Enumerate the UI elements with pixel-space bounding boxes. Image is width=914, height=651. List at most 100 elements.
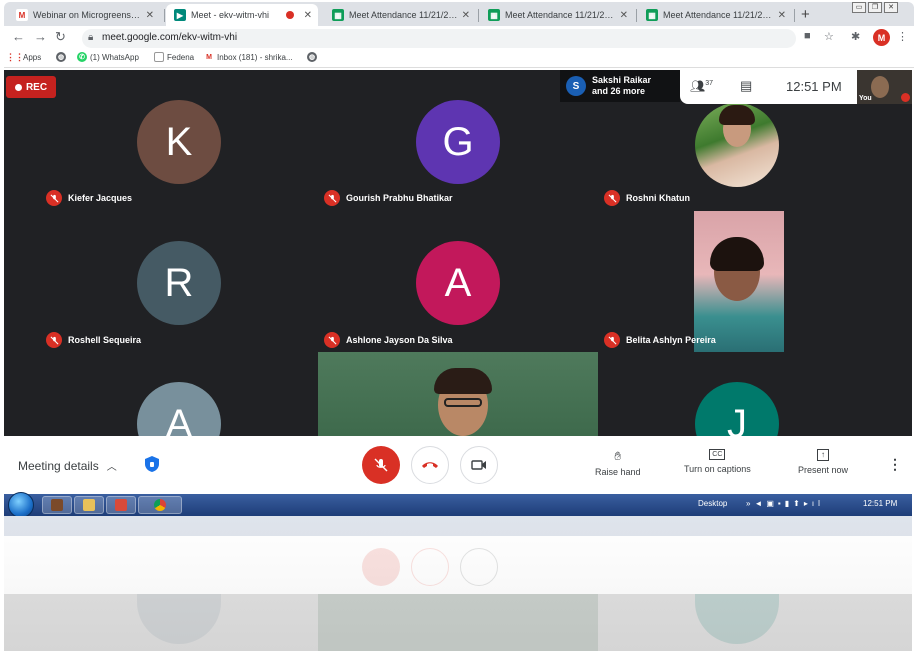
bookmark-label: Apps: [23, 52, 42, 62]
camera-toggle-button[interactable]: [460, 446, 498, 484]
participant-tile[interactable]: K Kiefer Jacques: [40, 70, 318, 211]
bookmark-globe-1[interactable]: ◍: [56, 52, 66, 62]
leave-call-button[interactable]: [411, 446, 449, 484]
bookmark-label: Fedena: [167, 52, 195, 62]
self-label: You: [859, 95, 872, 102]
participant-photo: [695, 103, 779, 187]
close-window-icon[interactable]: ✕: [884, 2, 898, 13]
bookmark-star-icon[interactable]: ☆: [824, 30, 834, 43]
more-options-icon[interactable]: ⋮: [888, 456, 902, 473]
profile-avatar[interactable]: M: [873, 29, 890, 46]
close-tab-icon[interactable]: ✕: [620, 10, 628, 21]
back-arrow-icon[interactable]: ←: [12, 29, 25, 44]
minimize-icon[interactable]: ▭: [852, 2, 866, 13]
chat-button[interactable]: ▤: [740, 78, 752, 94]
hand-icon: ✋︎: [614, 449, 622, 463]
participant-nameplate: Roshell Sequeira: [46, 332, 141, 348]
present-now-button[interactable]: ↑ Present now: [798, 449, 848, 475]
participant-tile[interactable]: J: [598, 352, 878, 436]
participant-tile[interactable]: R Roshell Sequeira: [40, 211, 318, 352]
forward-arrow-icon[interactable]: →: [34, 29, 47, 44]
start-button[interactable]: [8, 492, 34, 518]
video-camera-icon: [471, 460, 486, 470]
windows-taskbar: Desktop »◄▣▪▮⬆▸ıl 12:51 PM: [4, 492, 912, 518]
meet-icon: ▶: [174, 9, 186, 21]
people-button[interactable]: 👥︎37: [690, 79, 713, 93]
tab-separator: [478, 9, 479, 22]
hang-up-icon: [422, 462, 438, 468]
taskbar-app[interactable]: [106, 496, 136, 514]
avatar-initial: G: [442, 119, 474, 164]
avatar-initial: A: [444, 260, 472, 305]
globe-icon: ◍: [56, 52, 66, 62]
bookmark-label: Inbox (181) - shrika...: [217, 52, 293, 62]
avatar-initial: J: [727, 401, 747, 437]
bookmark-fedena[interactable]: Fedena: [154, 52, 194, 62]
browser-tab-bar: M Webinar on Microgreens - shrik ✕ ▶ Mee…: [4, 2, 914, 26]
globe-icon: ◍: [307, 52, 317, 62]
app-icon: [51, 499, 63, 511]
mic-toggle-button[interactable]: [362, 446, 400, 484]
record-dot-icon: [14, 83, 22, 91]
raise-hand-button[interactable]: ✋︎ Raise hand: [595, 449, 641, 477]
captions-button[interactable]: CC Turn on captions: [684, 449, 751, 474]
bookmark-apps[interactable]: ⋮⋮ Apps: [6, 52, 42, 62]
sheets-icon: ▦: [646, 9, 658, 21]
active-speaker-chip[interactable]: S Sakshi Raikar and 26 more: [560, 70, 680, 102]
bookmark-inbox[interactable]: M Inbox (181) - shrika...: [204, 52, 293, 62]
system-tray-icons[interactable]: »◄▣▪▮⬆▸ıl: [746, 499, 824, 508]
tab-meet[interactable]: ▶ Meet - ekv-witm-vhi ✕: [166, 4, 318, 26]
reload-icon[interactable]: ↻: [55, 29, 66, 45]
participant-avatar: R: [137, 241, 221, 325]
taskbar-chrome[interactable]: [138, 496, 182, 514]
bookmark-globe-2[interactable]: ◍: [307, 52, 317, 62]
new-tab-button[interactable]: +: [801, 6, 810, 23]
captions-icon: CC: [709, 449, 726, 460]
chevron-up-icon: ︿: [106, 462, 117, 473]
participant-nameplate: Belita Ashlyn Pereira: [604, 332, 716, 348]
reflected-mic-button: [362, 548, 400, 586]
recording-indicator-icon: [285, 11, 294, 19]
participant-tile[interactable]: G Gourish Prabhu Bhatikar: [318, 70, 598, 211]
tab-separator: [794, 9, 795, 22]
speaker-others: and 26 more: [592, 86, 646, 96]
taskbar-clock: 12:51 PM: [863, 499, 898, 508]
mic-off-icon: [46, 332, 62, 348]
shield-icon[interactable]: [144, 455, 160, 473]
mic-off-icon: [604, 190, 620, 206]
browser-menu-icon[interactable]: ⋮: [897, 30, 908, 43]
taskbar-app[interactable]: [42, 496, 72, 514]
camera-indicator-icon[interactable]: ■: [804, 30, 811, 42]
extensions-puzzle-icon[interactable]: ✱: [851, 30, 860, 43]
bookmark-whatsapp[interactable]: ✆ (1) WhatsApp: [77, 52, 139, 62]
app-icon: [115, 499, 127, 511]
participant-avatar: A: [416, 241, 500, 325]
close-tab-icon[interactable]: ✕: [304, 10, 312, 21]
desktop-toolbar-label[interactable]: Desktop: [698, 499, 727, 508]
restore-icon[interactable]: ❐: [868, 2, 882, 13]
participant-tile[interactable]: A: [40, 352, 318, 436]
self-view-tile[interactable]: You: [857, 70, 912, 104]
avatar-initial: R: [164, 260, 194, 305]
close-tab-icon[interactable]: ✕: [462, 10, 470, 21]
participant-tile[interactable]: [318, 352, 598, 436]
participant-nameplate: Gourish Prabhu Bhatikar: [324, 190, 453, 206]
taskbar-app[interactable]: [74, 496, 104, 514]
participant-avatar: G: [416, 100, 500, 184]
close-tab-icon[interactable]: ✕: [778, 10, 786, 21]
bookmark-label: (1) WhatsApp: [90, 52, 139, 62]
participant-tile[interactable]: A Ashlone Jayson Da Silva: [318, 211, 598, 352]
tab-attendance-3[interactable]: ▦ Meet Attendance 11/21/2020 - ✕: [638, 4, 792, 26]
close-tab-icon[interactable]: ✕: [146, 10, 154, 21]
tab-attendance-1[interactable]: ▦ Meet Attendance 11/21/2020 - ✕: [324, 4, 476, 26]
omnibox[interactable]: 🔒︎ meet.google.com/ekv-witm-vhi: [82, 29, 796, 48]
mic-off-icon: [324, 190, 340, 206]
speaker-name: Sakshi Raikar: [592, 75, 652, 85]
tab-attendance-2[interactable]: ▦ Meet Attendance 11/21/2020 - ✕: [480, 4, 634, 26]
tab-webinar[interactable]: M Webinar on Microgreens - shrik ✕: [8, 4, 160, 26]
address-toolbar: ← → ↻ 🔒︎ meet.google.com/ekv-witm-vhi ■ …: [4, 26, 914, 50]
captions-label: Turn on captions: [684, 464, 751, 474]
mic-off-icon: [604, 332, 620, 348]
meeting-details-button[interactable]: Meeting details ︿: [18, 458, 117, 474]
participant-tile[interactable]: Belita Ashlyn Pereira: [598, 211, 878, 352]
